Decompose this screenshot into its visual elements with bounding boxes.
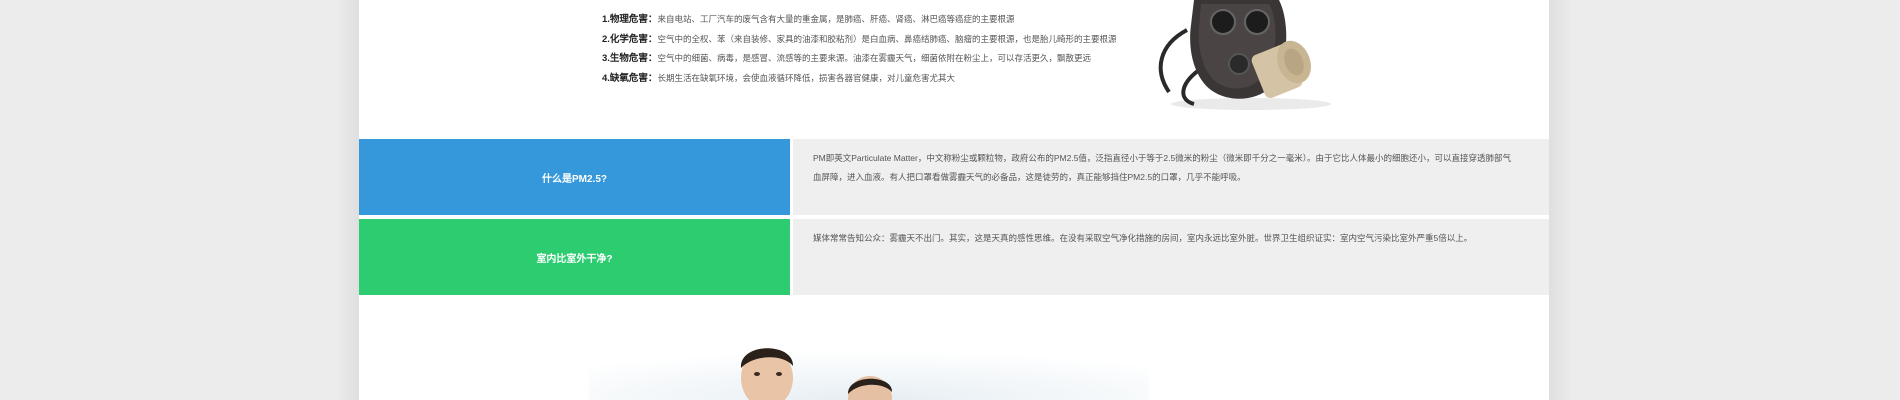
page-shadow-right [1548, 0, 1572, 400]
hazard-text: 长期生活在缺氧环境，会使血液循环降低，损害各器官健康，对儿童危害尤其大 [657, 72, 955, 83]
hazard-text: 空气中的全权、苯（来自装修、家具的油漆和胶粘剂）是白血病、鼻癌结肺癌、脑瘤的主要… [657, 33, 1117, 44]
children-photo [589, 330, 1149, 400]
pm25-question-label: 什么是PM2.5? [359, 139, 790, 215]
pm25-answer-text: PM即英文Particulate Matter，中文称粉尘或颗粒物，政府公布的P… [793, 139, 1549, 215]
hazard-item-biological: 3.生物危害：空气中的细菌、病毒，是感冒、流感等的主要来源。油漆在雾霾天气，细菌… [602, 49, 1162, 69]
hazard-text: 空气中的细菌、病毒，是感冒、流感等的主要来源。油漆在雾霾天气，细菌依附在粉尘上，… [657, 53, 1091, 63]
content-page: 1.物理危害：来自电站、工厂汽车的废气含有大量的重金属，是肺癌、肝癌、肾癌、淋巴… [359, 0, 1549, 400]
info-row-pm25: 什么是PM2.5? PM即英文Particulate Matter，中文称粉尘或… [359, 139, 1549, 215]
hazard-item-chemical: 2.化学危害：空气中的全权、苯（来自装修、家具的油漆和胶粘剂）是白血病、鼻癌结肺… [602, 30, 1162, 50]
hazard-label: 1.物理危害： [602, 14, 658, 25]
hazard-item-oxygen: 4.缺氧危害：长期生活在缺氧环境，会使血液循环降低，损害各器官健康，对儿童危害尤… [602, 69, 1162, 89]
hazard-label: 4.缺氧危害： [602, 72, 658, 84]
hazard-label: 3.生物危害： [602, 53, 658, 64]
page-shadow-left [336, 0, 360, 400]
hazard-list: 1.物理危害：来自电站、工厂汽车的废气含有大量的重金属，是肺癌、肝癌、肾癌、淋巴… [602, 10, 1162, 88]
indoor-answer-text: 媒体常常告知公众：雾霾天不出门。其实，这是天真的感性思维。在没有采取空气净化措施… [793, 219, 1549, 295]
indoor-question-label: 室内比室外干净? [359, 219, 790, 295]
hazard-item-physical: 1.物理危害：来自电站、工厂汽车的废气含有大量的重金属，是肺癌、肝癌、肾癌、淋巴… [602, 10, 1162, 30]
gas-mask-image [1158, 0, 1331, 110]
hazard-label: 2.化学危害： [602, 33, 658, 45]
info-row-indoor: 室内比室外干净? 媒体常常告知公众：雾霾天不出门。其实，这是天真的感性思维。在没… [359, 219, 1549, 295]
hazard-text: 来自电站、工厂汽车的废气含有大量的重金属，是肺癌、肝癌、肾癌、淋巴癌等癌症的主要… [657, 14, 1015, 24]
